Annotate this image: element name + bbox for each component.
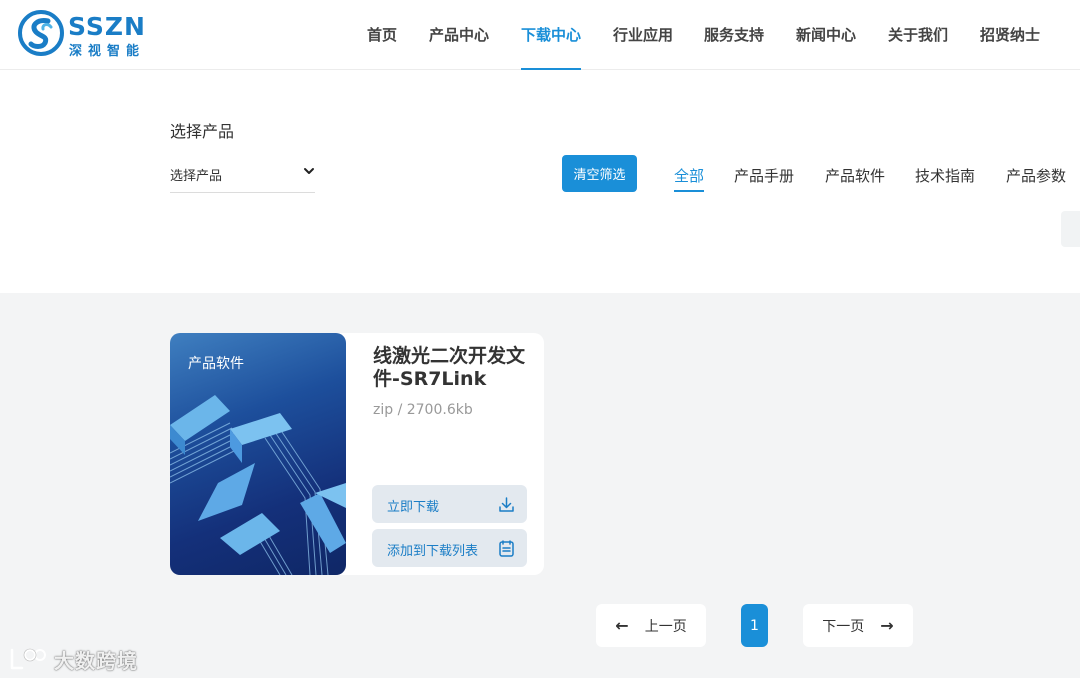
next-page-button[interactable]: 下一页 →	[803, 604, 913, 647]
add-to-download-list-button[interactable]: 添加到下载列表	[372, 529, 527, 567]
nav-item-about[interactable]: 关于我们	[888, 24, 948, 45]
filter-title: 选择产品	[170, 122, 235, 141]
watermark-text: 大数跨境	[54, 648, 138, 673]
download-icon	[499, 497, 514, 512]
brand-logo[interactable]: SSZN 深视智能	[18, 10, 158, 60]
prev-page-label: 上一页	[644, 618, 687, 635]
tab-all[interactable]: 全部	[674, 165, 704, 186]
side-float-button[interactable]	[1061, 211, 1080, 247]
product-select-value: 选择产品	[170, 169, 223, 184]
card-cover-image: 产品软件	[170, 333, 346, 575]
nav-item-home[interactable]: 首页	[367, 24, 397, 45]
download-now-button[interactable]: 立即下载	[372, 485, 527, 523]
prev-page-button[interactable]: ← 上一页	[596, 604, 706, 647]
site-header: SSZN 深视智能 首页 产品中心 下载中心 行业应用 服务支持 新闻中心 关于…	[0, 0, 1080, 70]
product-select[interactable]: 选择产品	[170, 162, 315, 193]
watermark-logo-icon	[10, 648, 46, 670]
nav-active-indicator	[521, 68, 581, 70]
watermark: 大数跨境	[8, 645, 138, 673]
download-card: 产品软件 线激光二次开发文件-SR7Link zip / 2700.6kb 立即…	[170, 333, 544, 575]
page-number-button[interactable]: 1	[741, 604, 768, 647]
nav-item-support[interactable]: 服务支持	[704, 24, 764, 45]
tab-parameters[interactable]: 产品参数	[1006, 165, 1066, 186]
tab-active-indicator	[674, 190, 704, 192]
brand-name: SSZN	[68, 12, 146, 41]
download-list-panel: 产品软件 线激光二次开发文件-SR7Link zip / 2700.6kb 立即…	[0, 293, 1080, 678]
logo-mark-icon	[18, 10, 64, 56]
nav-item-industry[interactable]: 行业应用	[613, 24, 673, 45]
nav-item-news[interactable]: 新闻中心	[796, 24, 856, 45]
tab-manuals[interactable]: 产品手册	[734, 165, 794, 186]
card-title[interactable]: 线激光二次开发文件-SR7Link	[373, 345, 533, 391]
brand-subtitle: 深视智能	[69, 44, 146, 59]
add-to-list-label: 添加到下载列表	[387, 544, 479, 559]
arrow-left-icon: ←	[615, 616, 629, 635]
nav-item-careers[interactable]: 招贤纳士	[980, 24, 1040, 45]
arrow-right-icon: →	[880, 616, 894, 635]
download-now-label: 立即下载	[387, 500, 440, 515]
nav-item-products[interactable]: 产品中心	[429, 24, 489, 45]
clear-filter-button[interactable]: 清空筛选	[562, 155, 637, 192]
card-category-tag: 产品软件	[188, 356, 244, 372]
next-page-label: 下一页	[822, 618, 865, 635]
chevron-down-icon	[304, 168, 314, 174]
list-icon	[499, 540, 514, 557]
nav-item-downloads[interactable]: 下载中心	[521, 24, 581, 45]
tab-guides[interactable]: 技术指南	[915, 165, 975, 186]
tab-software[interactable]: 产品软件	[825, 165, 885, 186]
card-file-meta: zip / 2700.6kb	[373, 402, 473, 418]
